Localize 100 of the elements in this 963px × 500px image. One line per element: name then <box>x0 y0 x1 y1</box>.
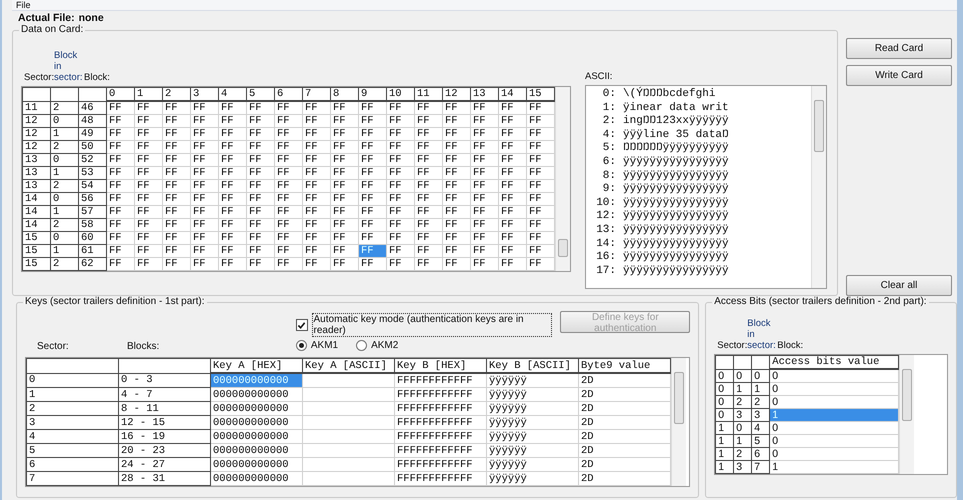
data-cell[interactable]: FF <box>330 232 358 244</box>
key-cell[interactable]: 2D <box>578 402 670 416</box>
data-cell[interactable]: FF <box>302 140 330 154</box>
data-cell[interactable]: FF <box>470 180 498 192</box>
data-cell[interactable]: FF <box>498 101 526 114</box>
data-cell[interactable]: FF <box>442 128 470 140</box>
data-cell[interactable]: FF <box>386 244 414 258</box>
clear-all-button[interactable]: Clear all <box>846 275 952 296</box>
key-cell[interactable]: 2D <box>578 472 670 486</box>
data-cell[interactable]: FF <box>498 128 526 140</box>
data-cell[interactable]: FF <box>498 166 526 180</box>
data-cell[interactable]: FF <box>246 258 274 270</box>
data-cell[interactable]: FF <box>134 244 162 258</box>
key-cell[interactable]: ÿÿÿÿÿÿ <box>486 444 578 458</box>
data-cell[interactable]: FF <box>274 232 302 244</box>
data-cell[interactable]: FF <box>302 192 330 206</box>
key-cell[interactable] <box>302 388 394 402</box>
data-cell[interactable]: FF <box>162 166 190 180</box>
key-cell[interactable]: ÿÿÿÿÿÿ <box>486 402 578 416</box>
data-cell[interactable]: FF <box>414 218 442 232</box>
key-cell[interactable]: FFFFFFFFFFFF <box>394 444 486 458</box>
data-cell[interactable]: FF <box>274 140 302 154</box>
data-cell[interactable]: FF <box>386 258 414 270</box>
key-cell[interactable]: 000000000000 <box>210 472 302 486</box>
data-cell[interactable]: FF <box>498 218 526 232</box>
data-cell[interactable]: FF <box>470 244 498 258</box>
data-cell[interactable]: FF <box>358 140 386 154</box>
data-cell[interactable]: FF <box>218 114 246 128</box>
key-cell[interactable]: 000000000000 <box>210 444 302 458</box>
key-cell[interactable]: 000000000000 <box>210 416 302 430</box>
data-cell[interactable]: FF <box>134 166 162 180</box>
data-cell[interactable]: FF <box>386 232 414 244</box>
data-cell[interactable]: FF <box>162 128 190 140</box>
data-cell[interactable]: FF <box>302 166 330 180</box>
data-cell[interactable]: FF <box>106 101 134 114</box>
data-cell[interactable]: FF <box>218 180 246 192</box>
checkbox[interactable] <box>296 319 308 331</box>
data-cell[interactable]: FF <box>386 166 414 180</box>
data-cell[interactable]: FF <box>134 232 162 244</box>
data-cell[interactable]: FF <box>134 140 162 154</box>
scrollbar[interactable] <box>899 355 914 474</box>
data-cell[interactable]: FF <box>358 166 386 180</box>
data-cell[interactable]: FF <box>358 206 386 218</box>
data-cell[interactable]: FF <box>386 128 414 140</box>
data-cell[interactable]: FF <box>134 114 162 128</box>
data-cell[interactable]: FF <box>414 232 442 244</box>
data-cell[interactable]: FF <box>190 192 218 206</box>
data-cell[interactable]: FF <box>470 101 498 114</box>
key-cell[interactable]: FFFFFFFFFFFF <box>394 416 486 430</box>
key-cell[interactable]: FFFFFFFFFFFF <box>394 430 486 444</box>
data-cell[interactable]: FF <box>470 140 498 154</box>
data-cell[interactable]: FF <box>498 140 526 154</box>
data-cell[interactable]: FF <box>498 154 526 166</box>
data-cell[interactable]: FF <box>274 166 302 180</box>
data-cell[interactable]: FF <box>386 192 414 206</box>
data-cell[interactable]: FF <box>106 154 134 166</box>
data-cell[interactable]: FF <box>442 258 470 270</box>
key-cell[interactable] <box>302 430 394 444</box>
data-cell[interactable]: FF <box>414 206 442 218</box>
data-cell[interactable]: FF <box>162 192 190 206</box>
data-cell[interactable]: FF <box>162 154 190 166</box>
access-bits-cell[interactable]: 0 <box>770 448 899 460</box>
radio-button[interactable] <box>296 340 307 351</box>
data-cell[interactable]: FF <box>358 114 386 128</box>
data-cell[interactable]: FF <box>358 180 386 192</box>
data-cell[interactable]: FF <box>134 180 162 192</box>
data-cell[interactable]: FF <box>106 180 134 192</box>
data-cell[interactable]: FF <box>134 192 162 206</box>
key-cell[interactable]: ÿÿÿÿÿÿ <box>486 472 578 486</box>
data-cell[interactable]: FF <box>414 192 442 206</box>
data-cell[interactable]: FF <box>442 218 470 232</box>
data-cell[interactable]: FF <box>414 244 442 258</box>
data-cell[interactable]: FF <box>218 154 246 166</box>
scrollbar[interactable] <box>671 358 686 486</box>
data-cell[interactable]: FF <box>358 258 386 270</box>
data-cell[interactable]: FF <box>302 101 330 114</box>
data-cell[interactable]: FF <box>386 206 414 218</box>
data-cell[interactable]: FF <box>470 232 498 244</box>
data-cell[interactable]: FF <box>330 128 358 140</box>
data-cell[interactable]: FF <box>274 258 302 270</box>
data-cell[interactable]: FF <box>246 101 274 114</box>
data-cell[interactable]: FF <box>470 114 498 128</box>
data-cell[interactable]: FF <box>134 154 162 166</box>
data-cell[interactable]: FF <box>134 206 162 218</box>
data-cell[interactable]: FF <box>162 258 190 270</box>
key-cell[interactable] <box>302 472 394 486</box>
data-cell[interactable]: FF <box>302 180 330 192</box>
data-cell[interactable]: FF <box>386 154 414 166</box>
data-cell[interactable]: FF <box>162 101 190 114</box>
access-bits-cell[interactable]: 0 <box>770 369 899 382</box>
data-cell[interactable]: FF <box>414 258 442 270</box>
data-cell[interactable]: FF <box>246 218 274 232</box>
data-cell[interactable]: FF <box>302 206 330 218</box>
data-cell[interactable]: FF <box>442 244 470 258</box>
radio-button[interactable] <box>356 340 368 351</box>
scrollbar[interactable] <box>811 86 826 288</box>
data-cell[interactable]: FF <box>498 114 526 128</box>
data-cell[interactable]: FF <box>330 192 358 206</box>
data-cell[interactable]: FF <box>274 180 302 192</box>
key-cell[interactable] <box>302 402 394 416</box>
